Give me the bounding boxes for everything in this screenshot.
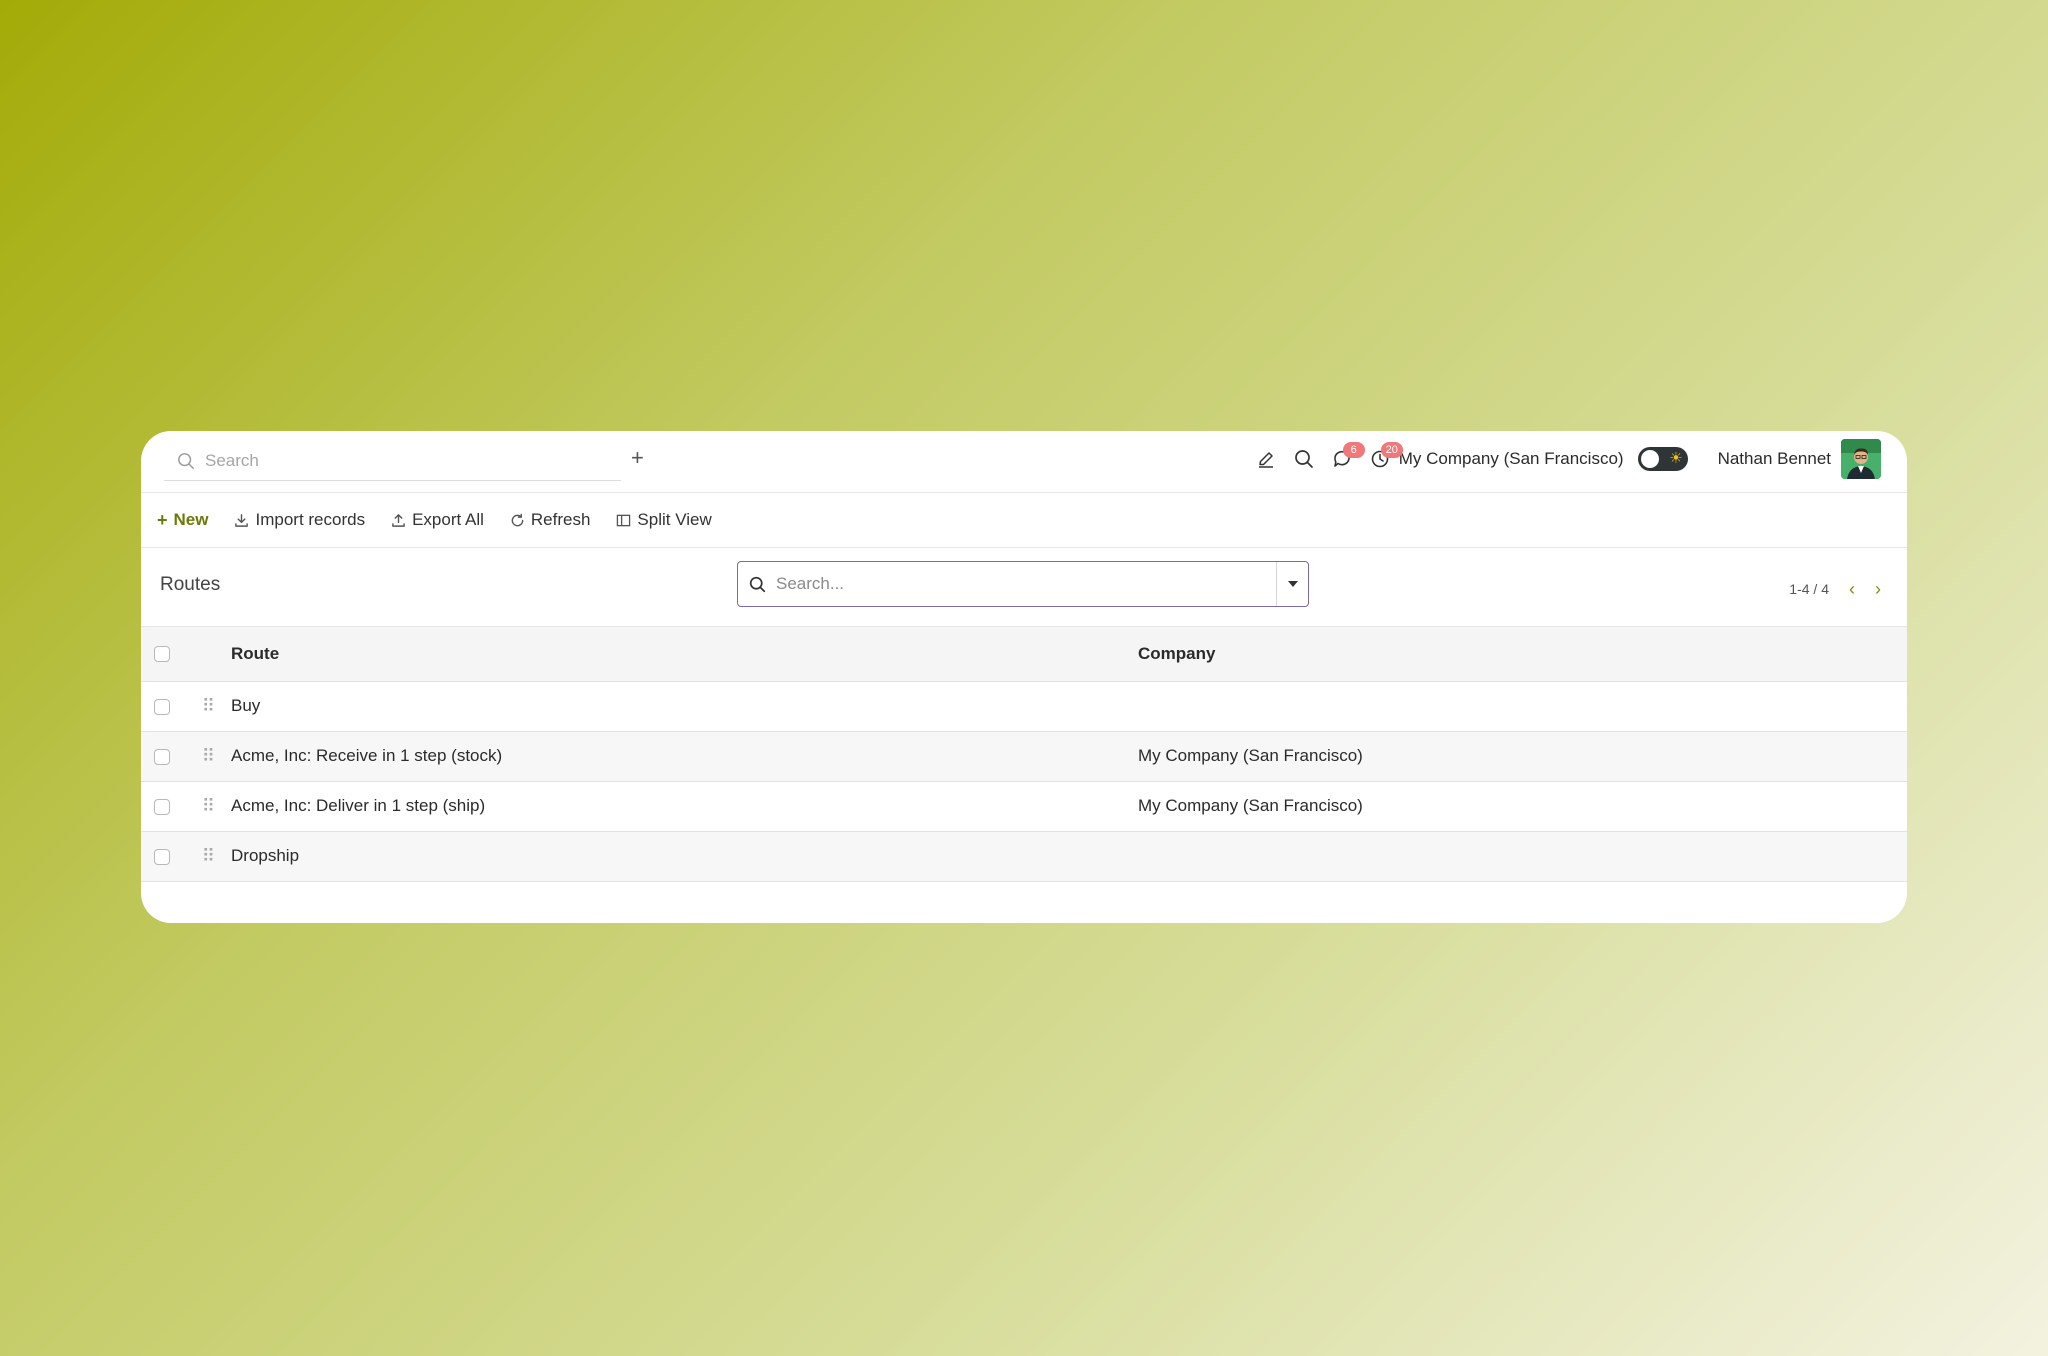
app-window: + 6 <box>141 431 1907 923</box>
new-button[interactable]: + New <box>157 510 208 531</box>
row-select-cell <box>141 681 183 731</box>
edit-button[interactable] <box>1247 440 1285 478</box>
global-search-input[interactable] <box>205 450 605 471</box>
list-search[interactable] <box>737 561 1309 607</box>
table-row[interactable]: ⠿ Acme, Inc: Receive in 1 step (stock) M… <box>141 731 1907 781</box>
user-avatar-icon <box>1841 439 1881 479</box>
table-row[interactable]: ⠿ Dropship <box>141 831 1907 881</box>
table-row[interactable]: ⠿ Acme, Inc: Deliver in 1 step (ship) My… <box>141 781 1907 831</box>
search-options-toggle[interactable] <box>1276 562 1308 606</box>
sun-icon: ☀ <box>1669 450 1683 467</box>
pencil-icon <box>1258 452 1273 468</box>
drag-handle-icon[interactable]: ⠿ <box>183 681 231 731</box>
activities-badge: 20 <box>1380 442 1403 458</box>
column-header-route[interactable]: Route <box>231 627 1138 682</box>
activities-button[interactable]: 20 <box>1361 440 1403 478</box>
import-label: Import records <box>255 510 366 529</box>
row-checkbox[interactable] <box>154 748 170 765</box>
refresh-icon <box>511 513 524 526</box>
add-tab-button[interactable]: + <box>631 445 644 471</box>
company-switcher[interactable]: My Company (San Francisco) <box>1399 449 1624 469</box>
route-header-label: Route <box>231 643 280 663</box>
drag-handle-icon[interactable]: ⠿ <box>183 731 231 781</box>
global-search[interactable] <box>164 441 621 481</box>
control-panel: Routes 1-4 / 4 ‹ › <box>141 548 1907 627</box>
navbar-right: 6 20 My Company (San Francisco) ☀ Nathan… <box>1247 437 1881 481</box>
columns-icon <box>617 514 631 526</box>
table-header-row: Route Company <box>141 627 1907 682</box>
row-checkbox[interactable] <box>154 798 170 815</box>
select-all-cell <box>141 627 183 682</box>
select-all-checkbox[interactable] <box>154 646 170 663</box>
route-cell: Acme, Inc: Receive in 1 step (stock) <box>231 746 503 765</box>
import-records-button[interactable]: Import records <box>234 510 365 530</box>
route-cell: Dropship <box>231 846 300 865</box>
export-label: Export All <box>412 510 484 529</box>
action-toolbar: + New Import records Export All Refresh <box>141 493 1907 548</box>
company-header-label: Company <box>1138 643 1216 663</box>
table-row[interactable]: ⠿ Buy <box>141 681 1907 731</box>
split-label: Split View <box>637 510 712 529</box>
messages-button[interactable]: 6 <box>1323 440 1365 478</box>
search-button[interactable] <box>1285 440 1323 478</box>
refresh-button[interactable]: Refresh <box>510 510 591 530</box>
row-checkbox[interactable] <box>154 698 170 715</box>
split-view-button[interactable]: Split View <box>616 510 712 530</box>
row-select-cell <box>141 831 183 881</box>
export-all-button[interactable]: Export All <box>391 510 484 530</box>
avatar[interactable] <box>1841 439 1881 479</box>
search-icon <box>1294 450 1313 468</box>
row-checkbox[interactable] <box>154 848 170 865</box>
plus-icon: + <box>157 509 168 530</box>
search-icon <box>738 576 776 593</box>
pager: 1-4 / 4 ‹ › <box>1789 580 1881 598</box>
row-select-cell <box>141 781 183 831</box>
route-cell: Buy <box>231 696 261 715</box>
company-cell: My Company (San Francisco) <box>1138 796 1363 815</box>
pager-value[interactable]: 1-4 / 4 <box>1789 581 1829 597</box>
refresh-label: Refresh <box>530 510 591 529</box>
drag-handle-icon[interactable]: ⠿ <box>183 831 231 881</box>
pager-next-icon[interactable]: › <box>1875 580 1881 598</box>
download-icon <box>235 513 249 527</box>
upload-icon <box>392 513 405 527</box>
pager-previous-icon[interactable]: ‹ <box>1849 580 1855 598</box>
column-header-company[interactable]: Company <box>1138 627 1907 682</box>
top-navbar: + 6 <box>141 431 1907 493</box>
company-cell <box>1138 681 1907 731</box>
new-label: New <box>173 510 209 529</box>
routes-table: Route Company ⠿ Buy ⠿ Acme, Inc: Receive… <box>141 627 1907 882</box>
company-cell: My Company (San Francisco) <box>1138 746 1363 765</box>
drag-handle-icon[interactable]: ⠿ <box>183 781 231 831</box>
page-title: Routes <box>160 574 221 595</box>
row-select-cell <box>141 731 183 781</box>
list-search-input[interactable] <box>776 574 1276 594</box>
toggle-knob <box>1640 450 1659 468</box>
company-cell <box>1138 831 1907 881</box>
route-cell: Acme, Inc: Deliver in 1 step (ship) <box>231 796 486 815</box>
search-icon <box>178 452 194 469</box>
drag-header-cell <box>183 627 231 682</box>
user-menu-name[interactable]: Nathan Bennet <box>1718 449 1831 469</box>
caret-down-icon <box>1287 581 1298 587</box>
theme-toggle[interactable]: ☀ <box>1637 447 1688 471</box>
